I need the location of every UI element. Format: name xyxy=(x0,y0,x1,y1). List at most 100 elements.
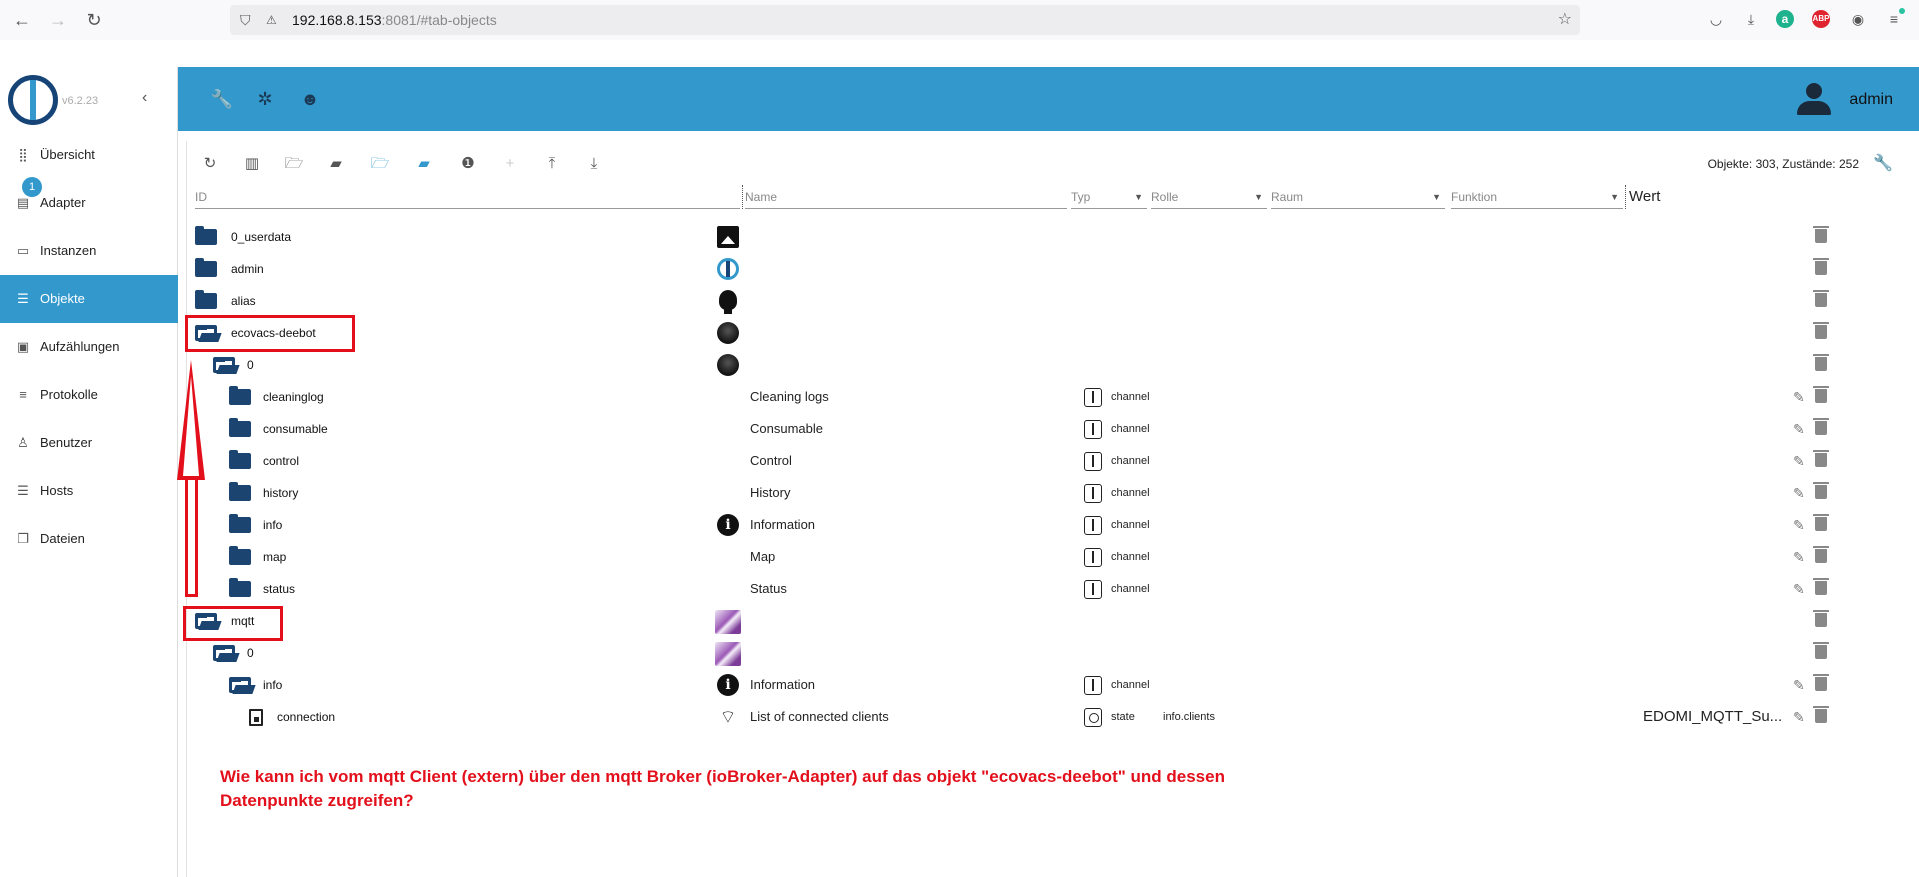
folder-open-icon[interactable] xyxy=(213,645,235,661)
reload-icon[interactable]: ↻ xyxy=(82,8,106,32)
trash-icon[interactable] xyxy=(1813,322,1829,339)
table-row[interactable]: cleaninglog Cleaning logs channel ✎ xyxy=(187,381,1910,413)
user-avatar-icon[interactable] xyxy=(1797,83,1831,117)
collapse-one-level-icon[interactable]: ▰ xyxy=(413,153,435,175)
folder-icon[interactable] xyxy=(229,514,251,533)
row-wert[interactable]: EDOMI_MQTT_Su... xyxy=(1643,701,1782,733)
table-row[interactable]: 0 xyxy=(187,349,1910,381)
trash-icon[interactable] xyxy=(1813,226,1829,243)
sidebar-item-hosts[interactable]: ☰ Hosts xyxy=(0,467,178,515)
trash-icon[interactable] xyxy=(1813,514,1829,531)
cpu-icon[interactable]: ✲ xyxy=(253,87,277,111)
folder-icon[interactable] xyxy=(229,578,251,597)
table-row[interactable]: control Control channel ✎ xyxy=(187,445,1910,477)
expand-one-level-icon[interactable]: 🗁 xyxy=(369,153,391,175)
filter-name-input[interactable]: Name xyxy=(745,185,1067,209)
folder-open-icon[interactable] xyxy=(229,677,251,693)
edit-icon[interactable]: ✎ xyxy=(1793,701,1805,733)
table-row[interactable]: alias xyxy=(187,285,1910,317)
adblock-plus-icon[interactable]: ABP xyxy=(1812,10,1830,28)
trash-icon[interactable] xyxy=(1813,450,1829,467)
folder-icon[interactable] xyxy=(195,258,217,277)
collapse-all-icon[interactable]: ▰ xyxy=(325,153,347,175)
filter-id-input[interactable]: ID xyxy=(195,185,740,209)
trash-icon[interactable] xyxy=(1813,258,1829,275)
user-name[interactable]: admin xyxy=(1849,91,1893,109)
table-row[interactable]: 0_userdata xyxy=(187,221,1910,253)
upload-icon[interactable]: ⤒ xyxy=(541,153,563,175)
folder-icon[interactable] xyxy=(229,482,251,501)
filter-rolle-select[interactable]: Rolle ▼ xyxy=(1151,185,1267,209)
trash-icon[interactable] xyxy=(1813,610,1829,627)
trash-icon[interactable] xyxy=(1813,578,1829,595)
edit-icon[interactable]: ✎ xyxy=(1793,381,1805,413)
trash-icon[interactable] xyxy=(1813,642,1829,659)
folder-open-icon[interactable] xyxy=(213,357,235,373)
expert-mode-icon[interactable]: ☻ xyxy=(298,87,322,111)
pocket-icon[interactable]: ◡ xyxy=(1706,9,1726,29)
trash-icon[interactable] xyxy=(1813,706,1829,723)
trash-icon[interactable] xyxy=(1813,674,1829,691)
folder-icon[interactable] xyxy=(229,546,251,565)
collapse-sidebar-icon[interactable]: ‹ xyxy=(142,89,147,107)
table-row[interactable]: info i Information channel ✎ xyxy=(187,669,1910,701)
table-row[interactable]: info i Information channel ✎ xyxy=(187,509,1910,541)
column-resizer[interactable] xyxy=(1625,185,1626,209)
sidebar-item-uebersicht[interactable]: ⣿ Übersicht xyxy=(0,131,178,179)
edit-icon[interactable]: ✎ xyxy=(1793,669,1805,701)
filter-funktion-select[interactable]: Funktion ▼ xyxy=(1451,185,1623,209)
amazon-extension-icon[interactable]: a xyxy=(1776,10,1794,28)
columns-icon[interactable]: ▥ xyxy=(241,153,263,175)
trash-icon[interactable] xyxy=(1813,418,1829,435)
sidebar-item-benutzer[interactable]: ♙ Benutzer xyxy=(0,419,178,467)
url-bar[interactable]: ⛉ ⚠ 192.168.8.153:8081/#tab-objects ☆ xyxy=(230,5,1580,35)
trash-icon[interactable] xyxy=(1813,546,1829,563)
downloads-icon[interactable]: ⤓ xyxy=(1741,9,1761,29)
download-icon[interactable]: ⤓ xyxy=(583,153,605,175)
sidebar-item-objekte[interactable]: ☰ Objekte xyxy=(0,275,178,323)
settings-wrench-icon[interactable]: 🔧 xyxy=(1873,153,1893,173)
edit-icon[interactable]: ✎ xyxy=(1793,541,1805,573)
insecure-lock-icon[interactable]: ⚠ xyxy=(266,5,277,35)
shield-icon[interactable]: ⛉ xyxy=(240,5,251,35)
edit-icon[interactable]: ✎ xyxy=(1793,445,1805,477)
table-row[interactable]: consumable Consumable channel ✎ xyxy=(187,413,1910,445)
table-row[interactable]: 0 xyxy=(187,637,1910,669)
edit-icon[interactable]: ✎ xyxy=(1793,573,1805,605)
sidebar-item-instanzen[interactable]: ▭ Instanzen xyxy=(0,227,178,275)
file-lock-icon[interactable] xyxy=(249,709,263,726)
table-row[interactable]: connection ⌔ List of connected clients s… xyxy=(187,701,1910,733)
bookmark-star-icon[interactable]: ☆ xyxy=(1558,5,1572,35)
folder-icon[interactable] xyxy=(229,418,251,437)
expand-all-icon[interactable]: 🗁 xyxy=(283,153,305,175)
back-icon[interactable]: ← xyxy=(10,8,34,32)
folder-icon[interactable] xyxy=(195,226,217,245)
table-row[interactable]: ecovacs-deebot xyxy=(187,317,1910,349)
add-icon[interactable]: + xyxy=(499,153,521,175)
sidebar-item-aufzaehlungen[interactable]: ▣ Aufzählungen xyxy=(0,323,178,371)
trash-icon[interactable] xyxy=(1813,482,1829,499)
sidebar-item-dateien[interactable]: ❐ Dateien xyxy=(0,515,178,563)
edit-icon[interactable]: ✎ xyxy=(1793,413,1805,445)
folder-icon[interactable] xyxy=(195,290,217,309)
folder-icon[interactable] xyxy=(229,450,251,469)
trash-icon[interactable] xyxy=(1813,290,1829,307)
table-row[interactable]: history History channel ✎ xyxy=(187,477,1910,509)
filter-raum-select[interactable]: Raum ▼ xyxy=(1271,185,1445,209)
iobroker-logo-icon[interactable] xyxy=(8,75,58,125)
table-row[interactable]: mqtt xyxy=(187,605,1910,637)
trash-icon[interactable] xyxy=(1813,354,1829,371)
edit-icon[interactable]: ✎ xyxy=(1793,477,1805,509)
wrench-icon[interactable]: 🔧 xyxy=(210,87,234,111)
folder-icon[interactable] xyxy=(229,386,251,405)
column-resizer[interactable] xyxy=(742,185,743,209)
table-row[interactable]: admin xyxy=(187,253,1910,285)
extensions-icon[interactable]: ◉ xyxy=(1848,9,1868,29)
refresh-icon[interactable]: ↻ xyxy=(199,153,221,175)
level-one-icon[interactable]: ❶ xyxy=(457,153,479,175)
filter-typ-select[interactable]: Typ ▼ xyxy=(1071,185,1147,209)
sidebar-item-adapter[interactable]: ▤ 1 Adapter xyxy=(0,177,178,227)
sidebar-item-protokolle[interactable]: ≡ Protokolle xyxy=(0,371,178,419)
table-row[interactable]: status Status channel ✎ xyxy=(187,573,1910,605)
edit-icon[interactable]: ✎ xyxy=(1793,509,1805,541)
